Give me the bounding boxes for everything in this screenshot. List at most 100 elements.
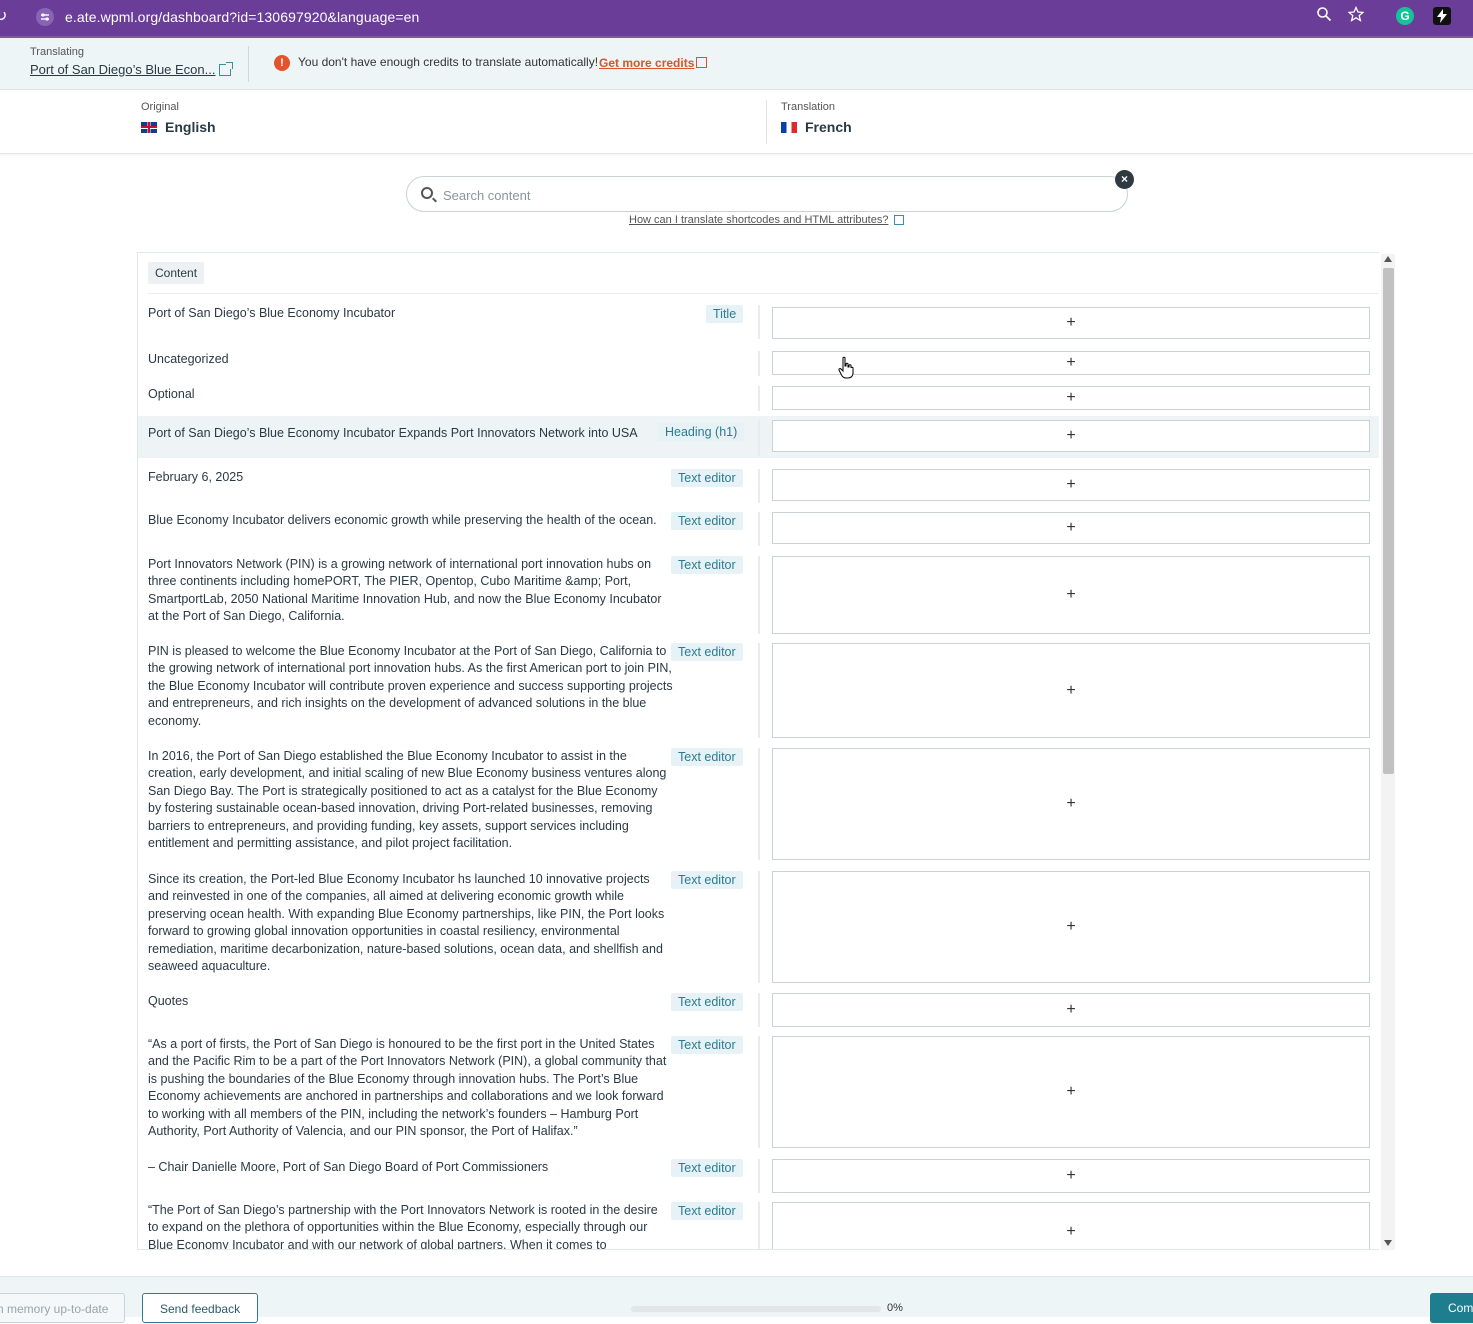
- segment-type-badge: Text editor: [671, 1159, 743, 1177]
- translation-field[interactable]: +: [772, 351, 1370, 375]
- translation-language: Translation French: [781, 101, 852, 135]
- reload-icon[interactable]: ↻: [0, 6, 7, 26]
- column-divider: [758, 1159, 760, 1193]
- plus-icon[interactable]: +: [1066, 354, 1075, 372]
- search-box: [406, 176, 1128, 212]
- external-link-icon[interactable]: [219, 62, 233, 76]
- column-divider: [758, 748, 760, 860]
- panel-divider: [148, 293, 1379, 294]
- svg-text:G: G: [1400, 9, 1409, 23]
- scroll-up-icon[interactable]: [1384, 256, 1392, 262]
- progress-bar: [631, 1306, 881, 1312]
- translation-field[interactable]: +: [772, 1159, 1370, 1193]
- shortcodes-help-link[interactable]: How can I translate shortcodes and HTML …: [629, 214, 888, 226]
- plus-icon[interactable]: +: [1066, 918, 1075, 936]
- content-panel: Content Port of San Diego’s Blue Economy…: [137, 252, 1379, 1250]
- source-text: Port Innovators Network (PIN) is a growi…: [148, 557, 662, 624]
- translation-field[interactable]: +: [772, 1202, 1370, 1249]
- document-title-link[interactable]: Port of San Diego’s Blue Econ...: [30, 62, 215, 77]
- plus-icon[interactable]: +: [1066, 1083, 1075, 1101]
- france-flag-icon: [781, 121, 797, 133]
- segment-row: PIN is pleased to welcome the Blue Econo…: [138, 643, 1379, 738]
- browser-toolbar: ↻ e.ate.wpml.org/dashboard?id=130697920&…: [0, 0, 1473, 36]
- source-text: “As a port of firsts, the Port of San Di…: [148, 1037, 667, 1139]
- segment-row: Since its creation, the Port-led Blue Ec…: [138, 871, 1379, 983]
- grammarly-icon[interactable]: G: [1394, 6, 1416, 28]
- translation-field[interactable]: +: [772, 643, 1370, 738]
- segment-row: February 6, 2025 Text editor +: [138, 469, 1379, 503]
- column-divider: [758, 512, 760, 546]
- external-link-icon[interactable]: [894, 215, 904, 225]
- segment-type-badge: Text editor: [671, 469, 743, 487]
- star-icon[interactable]: [1345, 5, 1367, 28]
- translation-field[interactable]: +: [772, 512, 1370, 544]
- plus-icon[interactable]: +: [1066, 682, 1075, 700]
- plus-icon[interactable]: +: [1066, 1167, 1075, 1185]
- translation-field[interactable]: +: [772, 993, 1370, 1027]
- translation-field[interactable]: +: [772, 386, 1370, 410]
- tab-content[interactable]: Content: [148, 262, 205, 284]
- external-link-icon[interactable]: [696, 57, 707, 68]
- segment-type-badge: Text editor: [671, 871, 743, 889]
- language-divider: [766, 100, 767, 144]
- translation-field[interactable]: +: [772, 307, 1370, 339]
- segment-type-badge: Text editor: [671, 643, 743, 661]
- column-divider: [758, 643, 760, 738]
- segment-row: In 2016, the Port of San Diego establish…: [138, 748, 1379, 860]
- segment-row: Port of San Diego’s Blue Economy Incubat…: [138, 416, 1379, 458]
- column-divider: [758, 305, 760, 339]
- close-icon[interactable]: ×: [1115, 170, 1134, 189]
- send-feedback-button[interactable]: Send feedback: [142, 1293, 259, 1323]
- translation-field[interactable]: +: [772, 469, 1370, 501]
- scroll-down-icon[interactable]: [1384, 1240, 1392, 1246]
- original-language: Original English: [141, 101, 216, 135]
- segment-row: Port of San Diego’s Blue Economy Incubat…: [138, 305, 1379, 339]
- source-text: Since its creation, the Port-led Blue Ec…: [148, 872, 665, 974]
- original-label: Original: [141, 101, 179, 113]
- segment-row: Quotes Text editor +: [138, 993, 1379, 1027]
- translation-field[interactable]: +: [772, 748, 1370, 860]
- plus-icon[interactable]: +: [1066, 1223, 1075, 1241]
- plus-icon[interactable]: +: [1066, 795, 1075, 813]
- plus-icon[interactable]: +: [1066, 586, 1075, 604]
- search-icon: [421, 187, 433, 199]
- source-text: February 6, 2025: [148, 470, 244, 484]
- bolt-icon[interactable]: [1431, 6, 1453, 28]
- translation-label: Translation: [781, 101, 836, 113]
- source-text: Optional: [148, 387, 195, 401]
- source-text: Port of San Diego’s Blue Economy Incubat…: [148, 306, 396, 320]
- plus-icon[interactable]: +: [1066, 1001, 1075, 1019]
- zoom-icon[interactable]: [1313, 6, 1335, 28]
- get-more-credits-link[interactable]: Get more credits: [599, 56, 694, 70]
- segment-type-badge: Text editor: [671, 556, 743, 574]
- segment-row: Optional +: [138, 386, 1379, 411]
- plus-icon[interactable]: +: [1066, 476, 1075, 494]
- footer-bar: n memory up-to-date Send feedback 0% Com: [0, 1276, 1473, 1323]
- source-text: – Chair Danielle Moore, Port of San Dieg…: [148, 1160, 549, 1174]
- plus-icon[interactable]: +: [1066, 314, 1075, 332]
- segment-row: Blue Economy Incubator delivers economic…: [138, 512, 1379, 546]
- complete-button[interactable]: Com: [1430, 1293, 1473, 1323]
- original-language-name: English: [165, 119, 216, 135]
- address-bar[interactable]: e.ate.wpml.org/dashboard?id=130697920&la…: [65, 9, 419, 25]
- column-divider: [758, 993, 760, 1027]
- translation-language-name: French: [805, 119, 852, 135]
- translation-field[interactable]: +: [772, 420, 1370, 452]
- plus-icon[interactable]: +: [1066, 389, 1075, 407]
- segment-type-badge: Text editor: [671, 512, 743, 530]
- segment-type-badge: Heading (h1): [658, 423, 745, 441]
- translation-field[interactable]: +: [772, 556, 1370, 634]
- scrollbar[interactable]: [1381, 254, 1395, 1250]
- plus-icon[interactable]: +: [1066, 519, 1075, 537]
- memory-up-to-date-button[interactable]: n memory up-to-date: [0, 1293, 126, 1323]
- tune-icon[interactable]: [36, 8, 54, 26]
- segment-type-badge: Text editor: [671, 748, 743, 766]
- translation-field[interactable]: +: [772, 1036, 1370, 1148]
- column-divider: [758, 351, 760, 376]
- segment-row: Uncategorized +: [138, 351, 1379, 376]
- source-text: Uncategorized: [148, 352, 229, 366]
- translation-field[interactable]: +: [772, 871, 1370, 983]
- plus-icon[interactable]: +: [1066, 427, 1075, 445]
- search-input[interactable]: [443, 185, 1103, 205]
- scroll-thumb[interactable]: [1383, 268, 1394, 774]
